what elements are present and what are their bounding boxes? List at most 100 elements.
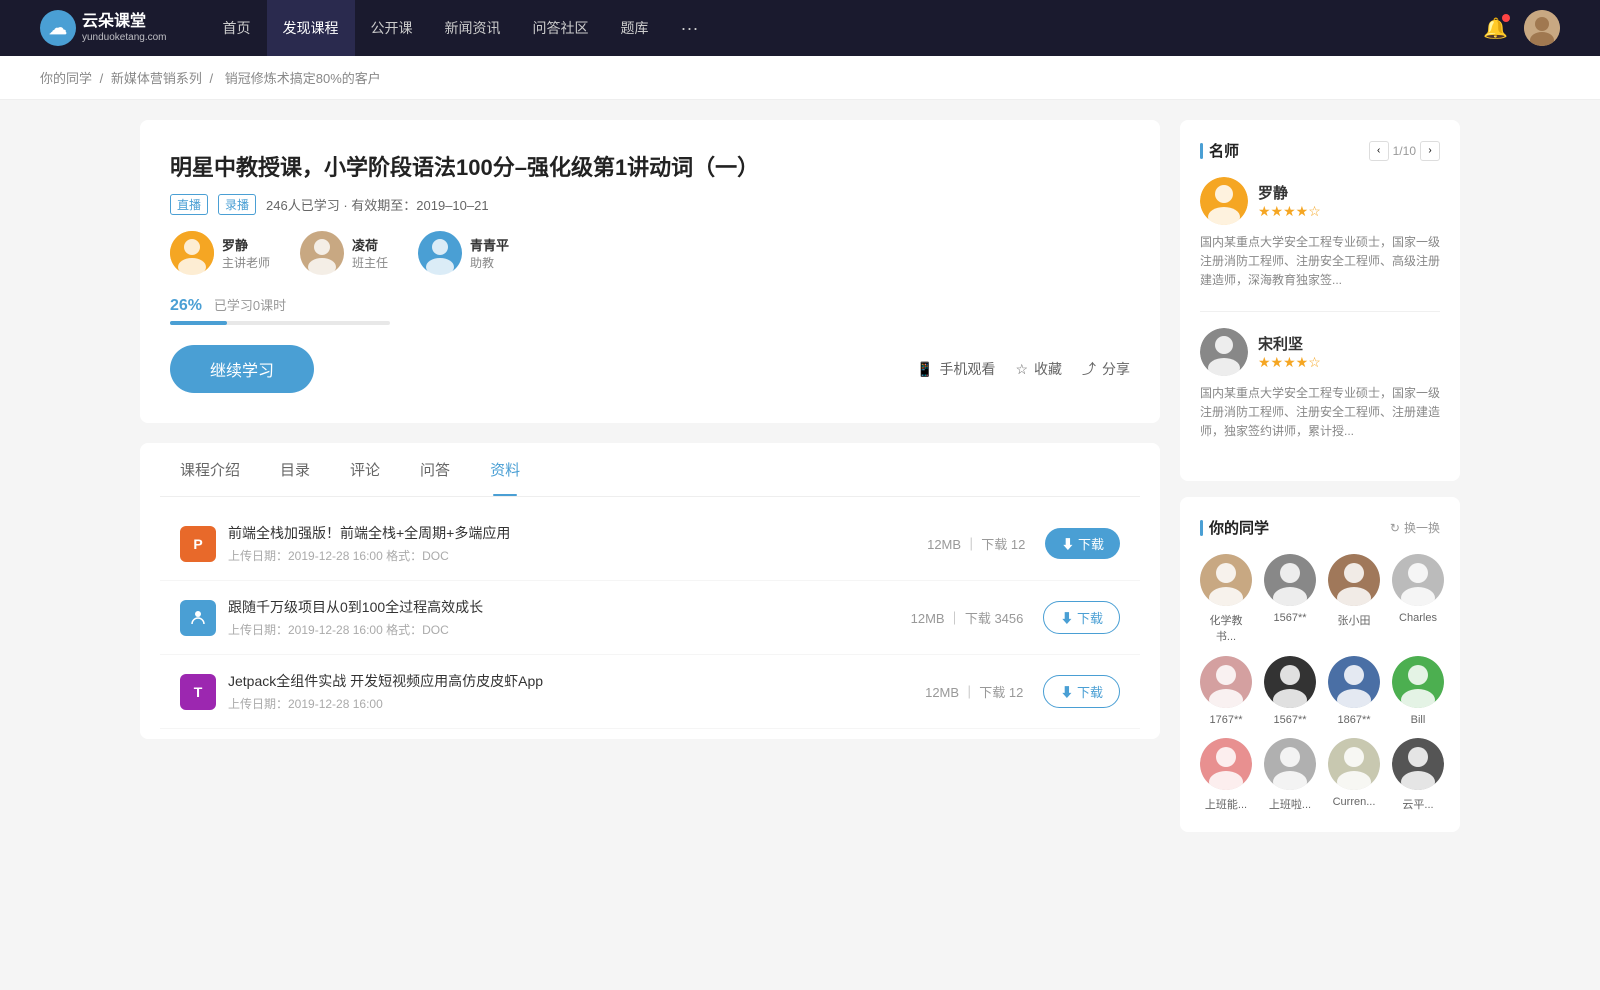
resource-icon-3: T [180,674,216,710]
classmate-9-name: 上班能... [1205,796,1247,812]
divider [1200,311,1440,312]
progress-percent: 26% [170,297,202,314]
classmate-7-avatar[interactable] [1328,656,1380,708]
action-row: 继续学习 📱 手机观看 ☆ 收藏 ⤴ 分享 [170,345,1130,393]
sidebar-teacher-2-avatar [1200,328,1248,376]
refresh-button[interactable]: ↻ 换一换 [1390,519,1440,536]
classmates-title-bar [1200,520,1203,536]
teachers-sidebar-card: 名师 ‹ 1/10 › 罗静 ★★★★☆ [1180,120,1460,481]
tab-resources[interactable]: 资料 [470,443,540,496]
resource-stats-1: 12MB ｜ 下载 12 [927,534,1025,553]
sidebar-teacher-1-desc: 国内某重点大学安全工程专业硕士，国家一级注册消防工程师、注册安全工程师、高级注册… [1200,233,1440,291]
classmates-title: 你的同学 [1209,517,1269,538]
sidebar-teacher-2-desc: 国内某重点大学安全工程专业硕士，国家一级注册消防工程师、注册安全工程师、注册建造… [1200,384,1440,442]
resource-item-2: 跟随千万级项目从0到100全过程高效成长 上传日期：2019-12-28 16:… [160,581,1140,655]
logo[interactable]: ☁ 云朵课堂 yunduoketang.com [40,10,167,46]
teacher-3: 青青平 助教 [418,231,509,275]
resource-stats-3: 12MB ｜ 下载 12 [925,682,1023,701]
classmate-8-avatar[interactable] [1392,656,1444,708]
sidebar-teacher-1-details: 罗静 ★★★★☆ [1258,182,1321,220]
classmate-12-avatar[interactable] [1392,738,1444,790]
nav-home[interactable]: 首页 [207,0,267,56]
nav-open[interactable]: 公开课 [355,0,429,56]
title-bar [1200,143,1203,159]
classmate-2-name: 1567** [1273,612,1306,624]
resource-icon-1: P [180,526,216,562]
notification-dot [1502,14,1510,22]
classmate-3-name: 张小田 [1338,612,1371,628]
share-icon: ⤴ [1082,359,1096,379]
main-nav: 首页 发现课程 公开课 新闻资讯 问答社区 题库 ··· [207,0,1484,56]
logo-icon: ☁ [40,10,76,46]
nav-more[interactable]: ··· [665,0,715,56]
nav-qa[interactable]: 问答社区 [517,0,605,56]
classmate-10-avatar[interactable] [1264,738,1316,790]
breadcrumb-current: 销冠修炼术搞定80%的客户 [225,71,381,86]
resource-item-3: T Jetpack全组件实战 开发短视频应用高仿皮皮虾App 上传日期：2019… [160,655,1140,729]
share-button[interactable]: ⤴ 分享 [1082,359,1130,379]
teacher-1-avatar [170,231,214,275]
tab-catalog[interactable]: 目录 [260,443,330,496]
refresh-icon: ↻ [1390,521,1400,535]
continue-button[interactable]: 继续学习 [170,345,314,393]
teacher-2-role: 班主任 [352,254,388,271]
mobile-icon: 📱 [916,361,933,378]
studied-label: 已学习0课时 [214,298,286,313]
breadcrumb-link-2[interactable]: 新媒体营销系列 [111,71,202,86]
sidebar-teacher-2-header: 宋利坚 ★★★★☆ [1200,328,1440,376]
resource-info-1: 前端全栈加强版！前端全栈+全周期+多端应用 上传日期：2019-12-28 16… [228,523,927,564]
teacher-1-role: 主讲老师 [222,254,270,271]
resource-icon-2 [180,600,216,636]
sidebar-teacher-2: 宋利坚 ★★★★☆ 国内某重点大学安全工程专业硕士，国家一级注册消防工程师、注册… [1200,328,1440,442]
classmate-9-avatar[interactable] [1200,738,1252,790]
classmate-2-avatar[interactable] [1264,554,1316,606]
classmate-4-avatar[interactable] [1392,554,1444,606]
download-button-2[interactable]: ⬇ 下载 [1043,601,1120,634]
classmate-11-avatar[interactable] [1328,738,1380,790]
teacher-next-button[interactable]: › [1420,141,1440,161]
mobile-watch-button[interactable]: 📱 手机观看 [916,359,995,379]
tab-intro[interactable]: 课程介绍 [160,443,260,496]
classmate-8-name: Bill [1411,714,1426,726]
tab-qa[interactable]: 问答 [400,443,470,496]
classmate-10: 上班啦... [1264,738,1316,812]
breadcrumb-link-1[interactable]: 你的同学 [40,71,92,86]
resource-info-2: 跟随千万级项目从0到100全过程高效成长 上传日期：2019-12-28 16:… [228,597,911,638]
classmate-6-avatar[interactable] [1264,656,1316,708]
resource-title-1: 前端全栈加强版！前端全栈+全周期+多端应用 [228,523,927,543]
classmate-5-avatar[interactable] [1200,656,1252,708]
download-button-3[interactable]: ⬇ 下载 [1043,675,1120,708]
nav-discover[interactable]: 发现课程 [267,0,355,56]
bell-icon[interactable]: 🔔 [1483,16,1508,41]
sidebar-teacher-1-name: 罗静 [1258,182,1321,203]
logo-text: 云朵课堂 yunduoketang.com [82,12,167,43]
teacher-1-info: 罗静 主讲老师 [222,235,270,271]
classmates-header: 你的同学 ↻ 换一换 [1200,517,1440,538]
classmate-7: 1867** [1328,656,1380,726]
classmate-6-name: 1567** [1273,714,1306,726]
sidebar-teacher-1-header: 罗静 ★★★★☆ [1200,177,1440,225]
header: ☁ 云朵课堂 yunduoketang.com 首页 发现课程 公开课 新闻资讯… [0,0,1600,56]
star-icon: ☆ [1015,361,1028,378]
sidebar-teacher-2-name: 宋利坚 [1258,333,1321,354]
download-button-1[interactable]: ⬇ 下载 [1045,528,1120,559]
nav-news[interactable]: 新闻资讯 [429,0,517,56]
resource-stats-2: 12MB ｜ 下载 3456 [911,608,1024,627]
classmate-11: Curren... [1328,738,1380,812]
sidebar-teacher-1-stars: ★★★★☆ [1258,203,1321,220]
teacher-3-info: 青青平 助教 [470,235,509,271]
teacher-prev-button[interactable]: ‹ [1369,141,1389,161]
classmate-4-name: Charles [1399,612,1437,624]
resource-meta-3: 上传日期：2019-12-28 16:00 [228,695,925,712]
teacher-3-avatar [418,231,462,275]
classmate-3: 张小田 [1328,554,1380,644]
teacher-1-name: 罗静 [222,235,270,254]
classmate-3-avatar[interactable] [1328,554,1380,606]
tab-comments[interactable]: 评论 [330,443,400,496]
teacher-3-name: 青青平 [470,235,509,254]
header-right: 🔔 [1483,10,1560,46]
user-avatar[interactable] [1524,10,1560,46]
classmate-1-avatar[interactable] [1200,554,1252,606]
collect-button[interactable]: ☆ 收藏 [1015,359,1062,379]
nav-questions[interactable]: 题库 [605,0,665,56]
